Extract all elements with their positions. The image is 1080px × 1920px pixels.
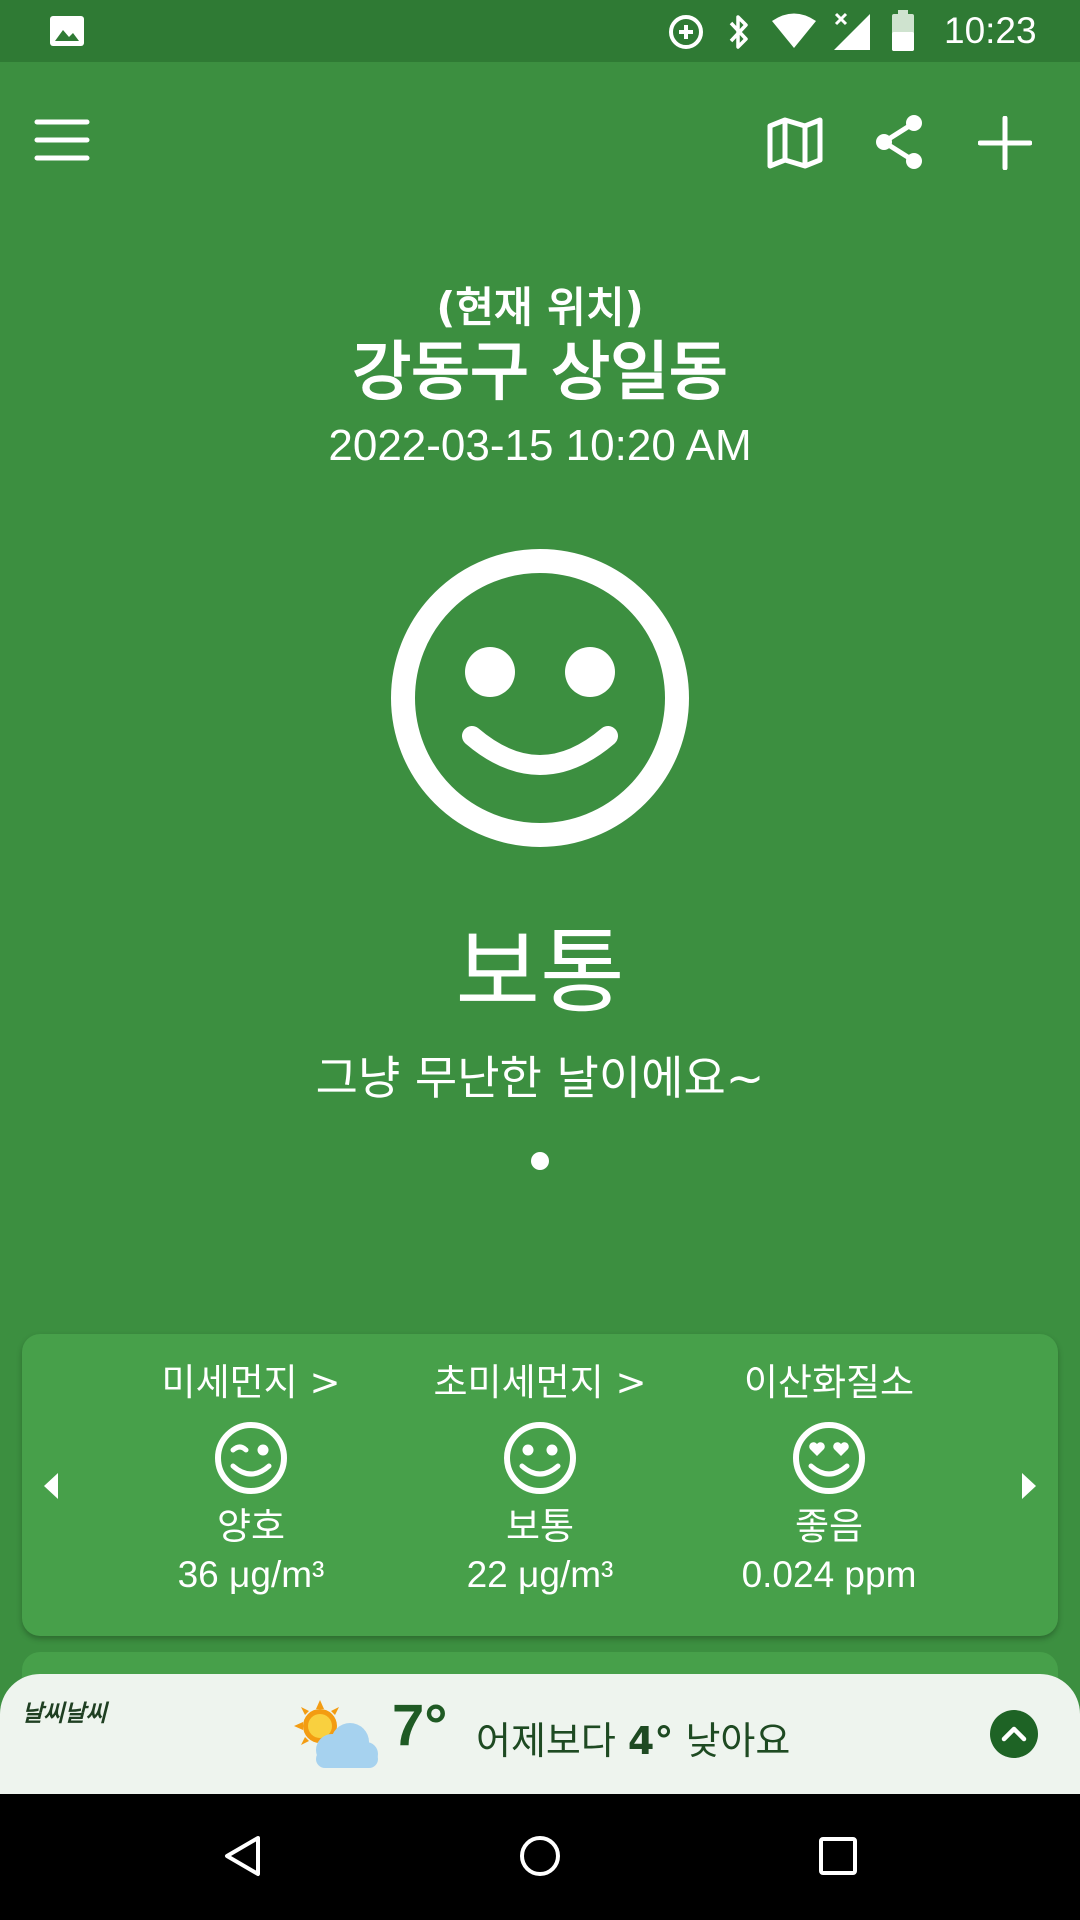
pollutant-status: 양호	[216, 1505, 286, 1548]
toolbar	[0, 62, 1080, 232]
heart-eyes-face-icon	[793, 1422, 865, 1494]
map-icon[interactable]	[766, 116, 824, 170]
menu-icon[interactable]	[34, 117, 90, 163]
pollutant-title[interactable]: 미세먼지 >	[96, 1358, 406, 1408]
battery-icon	[892, 10, 914, 51]
data-saver-icon	[669, 15, 703, 49]
location-header: (현재 위치) 강동구 상일동 2022-03-15 10:20 AM	[0, 280, 1080, 476]
image-icon	[50, 16, 84, 46]
pollutant-no2[interactable]: 이산화질소 좋음 0.024 ppm	[674, 1334, 984, 1600]
location-name[interactable]: 강동구 상일동	[0, 334, 1080, 412]
expand-weather-button[interactable]	[990, 1710, 1038, 1758]
status-message: 그냥 무난한 날이에요~	[315, 1051, 765, 1105]
weather-temperature: 7°	[392, 1693, 448, 1758]
back-icon[interactable]	[222, 1834, 262, 1878]
status-time: 10:23	[944, 10, 1037, 51]
chevron-up-icon	[1001, 1726, 1027, 1742]
measurement-datetime: 2022-03-15 10:20 AM	[328, 421, 752, 470]
pollutant-value: 36 μg/m³	[177, 1554, 325, 1595]
weather-msg-post: 낮아요	[673, 1719, 791, 1763]
smile-face-icon	[504, 1422, 576, 1494]
weather-msg-pre: 어제보다	[476, 1719, 628, 1763]
pollutant-title: 이산화질소	[743, 1361, 915, 1404]
scroll-right-arrow[interactable]	[1022, 1473, 1036, 1499]
weather-msg-diff: 4°	[627, 1719, 674, 1763]
pollutant-status: 좋음	[794, 1505, 864, 1548]
pollutant-title[interactable]: 초미세먼지 >	[385, 1358, 695, 1408]
weather-compare-message: 어제보다 4° 낮아요	[476, 1710, 790, 1765]
smile-face-icon	[391, 549, 689, 847]
add-icon[interactable]	[978, 116, 1032, 170]
wifi-icon	[772, 13, 816, 48]
page-indicator-dot	[531, 1152, 549, 1170]
recents-icon[interactable]	[818, 1836, 858, 1876]
pollutant-value: 0.024 ppm	[741, 1554, 917, 1595]
bluetooth-icon	[729, 15, 748, 49]
weather-bar[interactable]: 날씨날씨 7° 어제보다 4° 낮아요	[0, 1674, 1080, 1794]
system-nav-bar	[0, 1794, 1080, 1920]
scroll-left-arrow[interactable]	[44, 1473, 58, 1499]
overall-status: 보통	[455, 919, 625, 1026]
pollutant-pm10[interactable]: 미세먼지 > 양호 36 μg/m³	[96, 1334, 406, 1600]
cell-signal-icon	[834, 12, 870, 50]
pollutant-value: 22 μg/m³	[466, 1554, 614, 1595]
wink-face-icon	[215, 1422, 287, 1494]
pollutant-pm25[interactable]: 초미세먼지 > 보통 22 μg/m³	[385, 1334, 695, 1600]
partly-cloudy-icon	[294, 1700, 378, 1768]
status-bar: 10:23	[0, 0, 1080, 62]
home-icon[interactable]	[518, 1834, 562, 1878]
location-label: (현재 위치)	[436, 283, 644, 332]
share-icon[interactable]	[874, 114, 924, 170]
pollutant-card: 미세먼지 > 양호 36 μg/m³ 초미세먼지 > 보통 22 μg/m³ 이…	[22, 1334, 1058, 1636]
weather-app-logo: 날씨날씨	[22, 1701, 107, 1727]
pollutant-status: 보통	[505, 1505, 575, 1548]
